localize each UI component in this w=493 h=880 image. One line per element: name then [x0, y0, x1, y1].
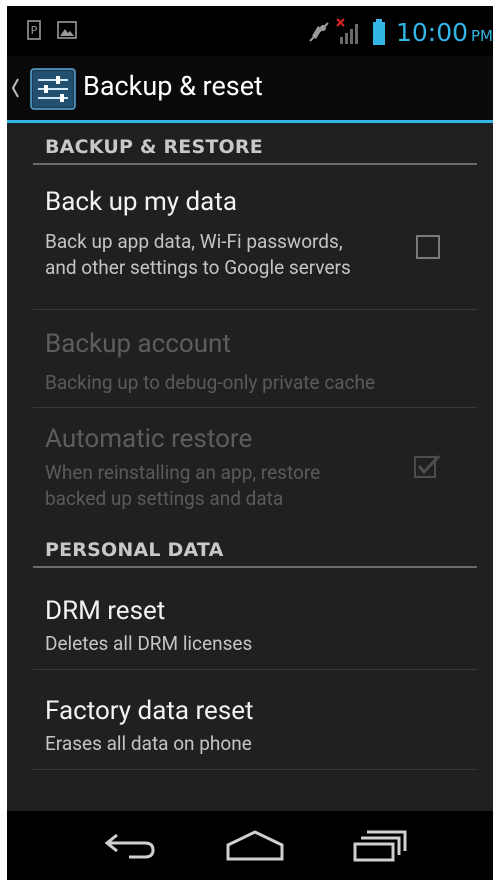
pref-title: Back up my data	[45, 187, 237, 217]
pref-summary: Backing up to debug-only private cache	[45, 371, 376, 394]
action-bar: Backup & reset	[7, 56, 493, 123]
mute-icon	[309, 22, 329, 42]
system-icons: 10:00 PM	[308, 14, 493, 50]
section-header-label: PERSONAL DATA	[45, 539, 224, 561]
clock-ampm: PM	[471, 26, 493, 45]
signal-no-service-icon	[336, 18, 358, 44]
pref-summary: Deletes all DRM licenses	[45, 632, 253, 655]
pref-summary: When reinstalling an app, restore backed…	[45, 461, 321, 510]
battery-icon	[372, 19, 385, 45]
pref-summary: Back up app data, Wi-Fi passwords, and o…	[45, 230, 351, 279]
pref-back-up-my-data[interactable]: Back up my data Back up app data, Wi-Fi …	[33, 165, 477, 310]
section-header-backup-restore: BACKUP & RESTORE	[33, 123, 477, 165]
pref-automatic-restore: Automatic restore When reinstalling an a…	[33, 408, 477, 526]
notification-icons: P	[27, 20, 77, 40]
pref-backup-account: Backup account Backing up to debug-only …	[33, 309, 477, 408]
page-title: Backup & reset	[83, 70, 263, 102]
auto-restore-checkbox	[414, 454, 441, 478]
status-bar: P 10:00 PM	[7, 6, 493, 56]
pref-drm-reset[interactable]: DRM reset Deletes all DRM licenses	[33, 568, 477, 670]
settings-app-icon[interactable]	[29, 67, 77, 111]
navigation-bar	[7, 811, 493, 880]
backup-checkbox[interactable]	[414, 233, 442, 261]
phone-screen: P 10:00 PM Backup & reset BACKUP & RESTO…	[7, 6, 493, 880]
pref-title: Automatic restore	[45, 424, 253, 454]
pref-summary: Erases all data on phone	[45, 732, 252, 755]
back-icon[interactable]	[103, 829, 159, 863]
image-notification-icon	[57, 21, 77, 39]
up-caret-icon[interactable]	[10, 77, 20, 99]
svg-text:P: P	[31, 24, 38, 37]
parking-notification-icon: P	[27, 20, 41, 40]
clock: 10:00 PM	[396, 18, 493, 47]
pref-title: Backup account	[45, 329, 231, 359]
pref-title: Factory data reset	[45, 696, 254, 726]
pref-title: DRM reset	[45, 596, 166, 626]
recent-apps-icon[interactable]	[353, 829, 409, 863]
section-header-label: BACKUP & RESTORE	[45, 136, 263, 158]
section-header-personal-data: PERSONAL DATA	[33, 526, 477, 568]
pref-factory-data-reset[interactable]: Factory data reset Erases all data on ph…	[33, 670, 477, 770]
clock-time: 10:00	[395, 17, 468, 47]
home-icon[interactable]	[225, 829, 285, 863]
